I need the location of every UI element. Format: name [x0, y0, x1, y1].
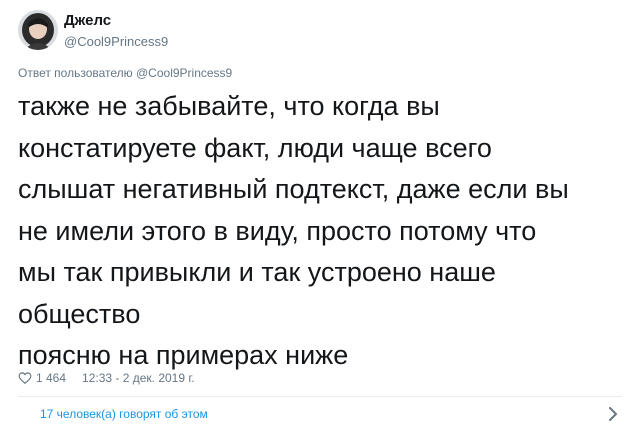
tweet-card: Джелс @Cool9Princess9 Ответ пользователю… — [0, 0, 640, 433]
conversation-label: 17 человек(а) говорят об этом — [40, 407, 208, 421]
display-name[interactable]: Джелс — [64, 12, 111, 30]
user-handle[interactable]: @Cool9Princess9 — [64, 34, 168, 50]
chevron-right-icon — [609, 407, 617, 421]
likes-count[interactable]: 1 464 — [36, 371, 66, 385]
tweet-text: также не забывайте, что когда вы констат… — [18, 91, 569, 370]
avatar[interactable] — [18, 10, 58, 50]
timestamp[interactable]: 12:33 - 2 дек. 2019 г. — [82, 371, 195, 385]
user-avatar-icon — [18, 10, 58, 50]
heart-icon[interactable] — [18, 371, 32, 385]
tweet-meta: 1 464 12:33 - 2 дек. 2019 г. — [18, 369, 195, 387]
reply-context: Ответ пользователю @Cool9Princess9 — [18, 66, 233, 80]
conversation-link[interactable]: 17 человек(а) говорят об этом — [0, 397, 640, 433]
